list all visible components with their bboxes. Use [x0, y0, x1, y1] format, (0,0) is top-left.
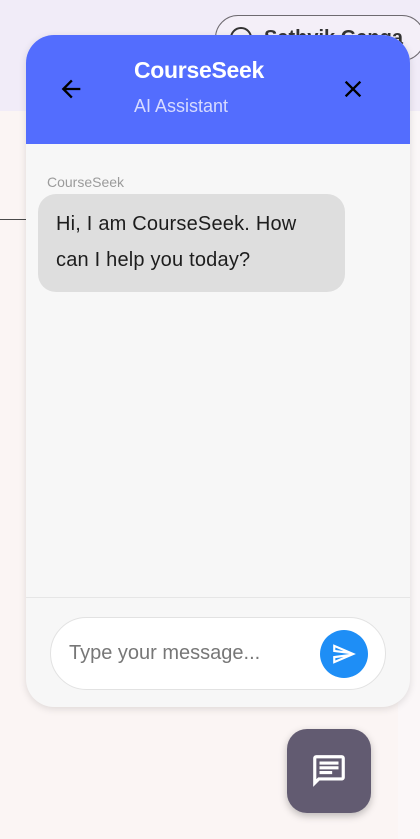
message-composer: [26, 597, 410, 707]
background-divider: [0, 219, 28, 220]
message-sender: CourseSeek: [47, 174, 125, 190]
back-button[interactable]: [51, 69, 91, 109]
send-icon: [333, 644, 356, 664]
arrow-left-icon: [61, 79, 81, 99]
message-bubble: Hi, I am CourseSeek. How can I help you …: [38, 194, 345, 292]
send-button[interactable]: [320, 630, 368, 678]
chat-header: CourseSeek AI Assistant: [26, 35, 410, 144]
chat-subtitle: AI Assistant: [134, 96, 229, 116]
chat-window: CourseSeek AI Assistant CourseSeek Hi, I…: [26, 35, 410, 707]
message-input-wrapper: [50, 617, 386, 690]
chat-message-icon: [313, 755, 345, 787]
close-button[interactable]: [333, 69, 373, 109]
message-list: CourseSeek Hi, I am CourseSeek. How can …: [26, 144, 410, 597]
chat-toggle-button[interactable]: [287, 729, 371, 813]
chat-title: CourseSeek: [134, 57, 264, 83]
message-input[interactable]: [69, 618, 309, 689]
close-icon: [344, 80, 362, 98]
